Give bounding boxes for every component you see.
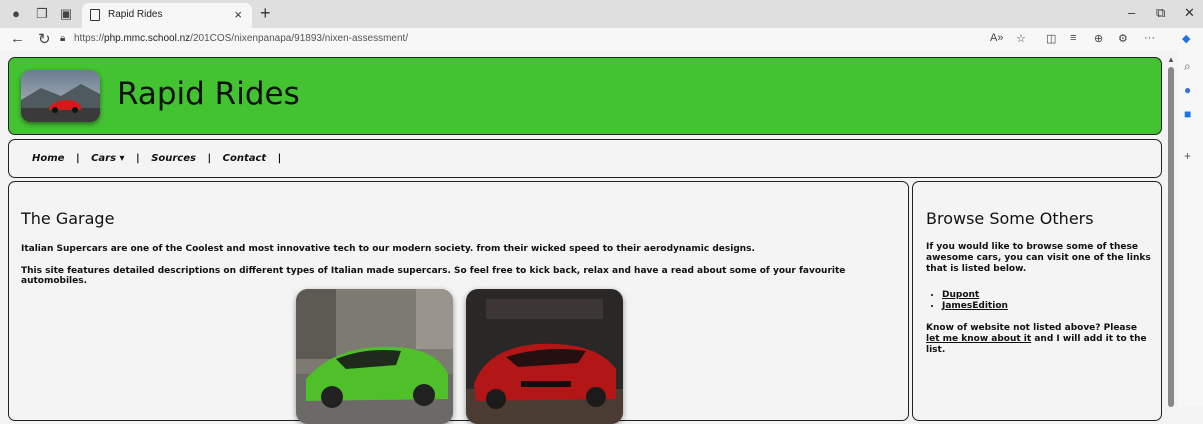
outlook-icon[interactable]: ■ (1184, 107, 1191, 121)
collections-icon[interactable]: ❐ (34, 6, 50, 22)
back-icon[interactable]: ← (10, 30, 25, 47)
outro-text: Know of website not listed above? Please (926, 323, 1137, 333)
favorite-icon[interactable]: ☆ (1016, 32, 1026, 45)
logo-image (21, 70, 100, 122)
tab-actions-icon[interactable]: ▣ (58, 6, 74, 22)
red-ferrari-image (466, 289, 623, 424)
more-icon[interactable]: ··· (1144, 32, 1155, 44)
green-lamborghini-image (296, 289, 453, 424)
sidebar-intro: If you would like to browse some of thes… (926, 242, 1151, 274)
sidebar: Browse Some Others If you would like to … (912, 181, 1162, 421)
list-item: Dupont (942, 290, 1008, 301)
profile-icon[interactable]: ● (8, 6, 24, 22)
nav-separator: | (75, 153, 80, 164)
sidebar-heading: Browse Some Others (926, 209, 1094, 228)
nav-separator: | (207, 153, 212, 164)
site-header: Rapid Rides (8, 57, 1162, 135)
close-window-icon[interactable]: ✕ (1184, 5, 1195, 21)
refresh-icon[interactable]: ↻ (38, 30, 51, 48)
description-paragraph: This site features detailed descriptions… (21, 266, 846, 286)
nav-sources-link[interactable]: Sources (151, 153, 196, 164)
url-field[interactable]: https://php.mmc.school.nz/201COS/nixenpa… (74, 33, 408, 44)
copilot-icon[interactable]: ◆ (1182, 32, 1190, 45)
page-icon (90, 9, 100, 21)
nav-separator: | (277, 153, 282, 164)
nav-home-link[interactable]: Home (32, 153, 64, 164)
let-me-know-link[interactable]: let me know about it (926, 334, 1031, 344)
browser-sidebar: ⌕ ● ■ + (1178, 51, 1203, 407)
new-tab-icon[interactable]: + (260, 3, 271, 24)
lock-icon[interactable]: 🔒︎ (60, 33, 65, 44)
close-tab-icon[interactable]: × (234, 7, 242, 22)
nav-cars-dropdown[interactable]: Cars ▾ (91, 153, 124, 164)
nav-contact-link[interactable]: Contact (223, 153, 267, 164)
intro-paragraph: Italian Supercars are one of the Coolest… (21, 244, 755, 254)
dupont-link[interactable]: Dupont (942, 290, 979, 300)
scroll-up-icon[interactable]: ▲ (1167, 55, 1175, 64)
browser-tab-bar: ● ❐ ▣ Rapid Rides × + – ⧉ ✕ (0, 0, 1203, 28)
minimize-icon[interactable]: – (1128, 5, 1135, 20)
sidebar-outro: Know of website not listed above? Please… (926, 323, 1151, 356)
collections-bar-icon[interactable]: ⊕ (1094, 32, 1103, 45)
site-title: Rapid Rides (117, 76, 300, 112)
jamesedition-link[interactable]: JamesEdition (942, 301, 1008, 311)
search-icon[interactable]: ⌕ (1184, 59, 1191, 74)
list-item: JamesEdition (942, 301, 1008, 312)
main-heading: The Garage (21, 209, 115, 228)
shopping-icon[interactable]: ● (1184, 83, 1191, 97)
add-sidebar-icon[interactable]: + (1184, 149, 1191, 163)
extensions-icon[interactable]: ⚙ (1118, 32, 1128, 45)
site-nav: Home | Cars ▾ | Sources | Contact | (8, 139, 1162, 178)
browser-tab[interactable]: Rapid Rides × (82, 3, 252, 28)
scrollbar-thumb[interactable] (1168, 67, 1174, 407)
nav-separator: | (136, 153, 140, 164)
tab-title: Rapid Rides (108, 9, 163, 20)
read-aloud-icon[interactable]: A» (990, 32, 1003, 44)
split-screen-icon[interactable]: ◫ (1046, 32, 1056, 45)
favorites-list-icon[interactable]: ≡ (1070, 32, 1076, 44)
address-bar-row: ← ↻ 🔒︎ https://php.mmc.school.nz/201COS/… (0, 28, 1203, 51)
main-content: The Garage Italian Supercars are one of … (8, 181, 909, 424)
vertical-scrollbar[interactable]: ▲ (1166, 55, 1176, 407)
restore-icon[interactable]: ⧉ (1156, 5, 1165, 21)
sidebar-link-list: Dupont JamesEdition (926, 290, 1008, 312)
